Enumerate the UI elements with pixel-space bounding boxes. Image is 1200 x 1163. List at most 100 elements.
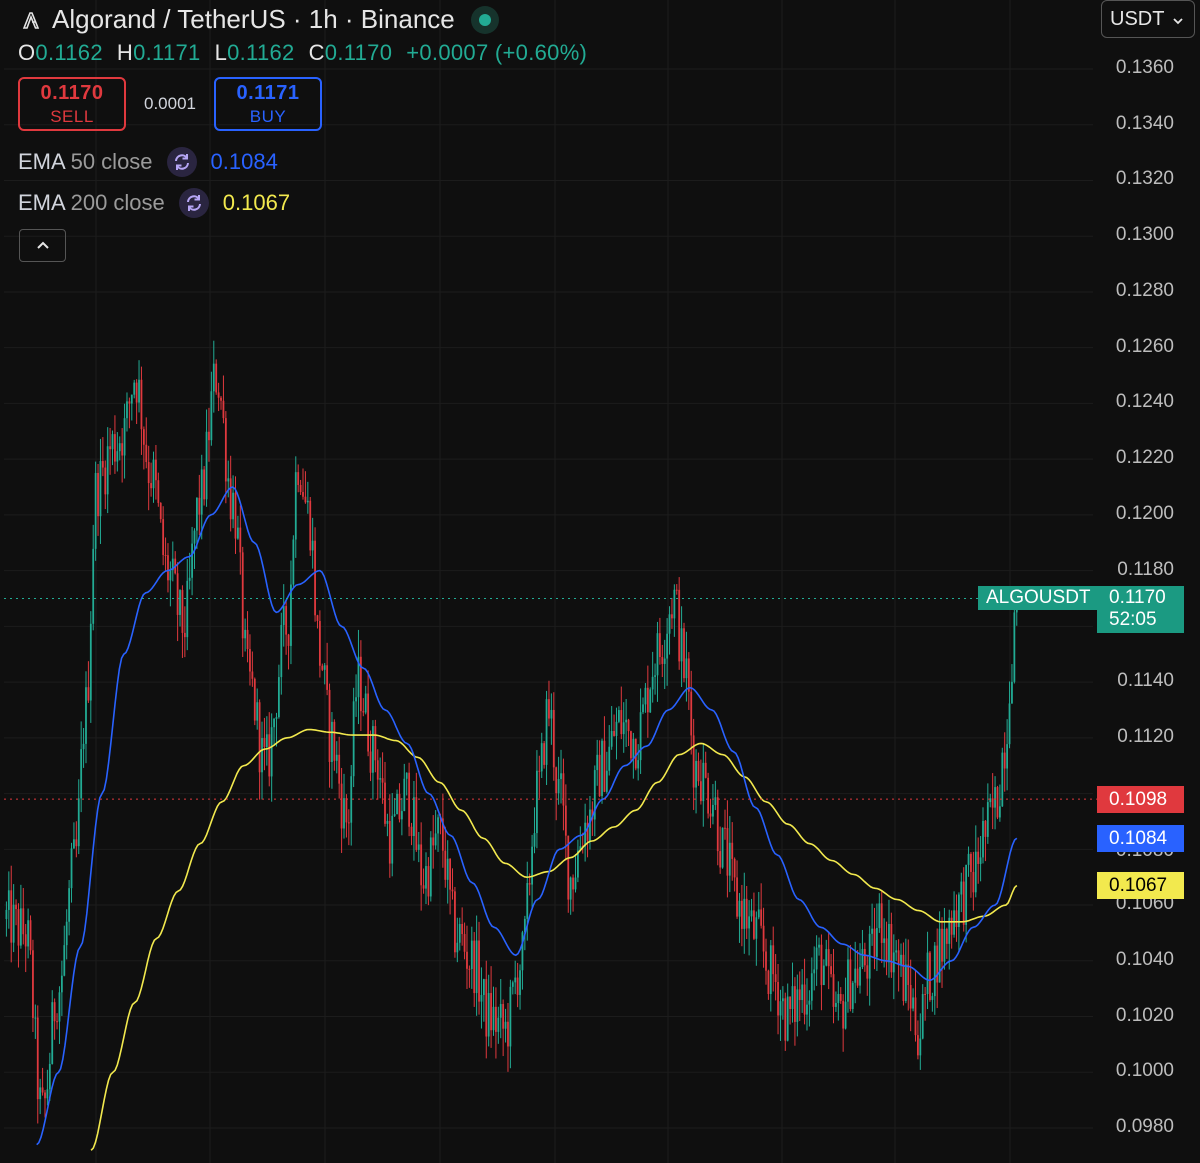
candle xyxy=(367,670,370,757)
indicator-value: 0.1067 xyxy=(222,190,291,215)
candle-body xyxy=(716,797,719,852)
candle-body xyxy=(639,712,642,761)
candle xyxy=(210,371,213,446)
candle xyxy=(914,970,917,1042)
candle xyxy=(410,822,413,846)
candle xyxy=(458,917,461,951)
candle xyxy=(789,996,792,1025)
candle-body xyxy=(709,813,712,817)
currency-select[interactable]: USDT xyxy=(1101,0,1195,38)
candle-body xyxy=(164,554,167,556)
candle xyxy=(292,535,295,587)
candle-body xyxy=(1001,752,1004,807)
candle-body xyxy=(984,820,987,837)
candle xyxy=(654,663,656,695)
ema-50-line xyxy=(36,486,1018,1146)
candle-body xyxy=(794,986,796,1022)
candle-body xyxy=(912,997,914,1009)
candle xyxy=(716,789,719,866)
candle xyxy=(779,989,782,1041)
candle-body xyxy=(475,940,478,994)
candle-body xyxy=(292,539,295,585)
candle-body xyxy=(697,760,700,782)
indicator-ema-200[interactable]: EMA 200 close 0.1067 xyxy=(18,188,290,218)
candle xyxy=(314,527,316,622)
candle xyxy=(917,1020,919,1060)
axis-tick-label: 0.1280 xyxy=(1115,279,1174,301)
candle xyxy=(972,851,975,911)
candle-body xyxy=(326,665,329,690)
axis-tick-label: 0.1200 xyxy=(1115,502,1174,524)
candle xyxy=(603,716,606,793)
sync-icon[interactable] xyxy=(166,147,197,177)
candle-body xyxy=(668,614,671,634)
symbol-title[interactable]: Algorand / TetherUS · 1h · Binance xyxy=(52,4,455,35)
candle-body xyxy=(432,837,435,846)
candle-body xyxy=(65,921,68,946)
candle xyxy=(340,767,343,853)
candle xyxy=(707,772,710,819)
candle-body xyxy=(198,497,201,515)
ema-200-tag: 0.1067 xyxy=(1097,872,1184,899)
sync-icon[interactable] xyxy=(178,188,209,218)
indicator-ema-50[interactable]: EMA 50 close 0.1084 xyxy=(18,147,278,177)
candle xyxy=(967,846,970,877)
candle xyxy=(456,917,459,963)
candle-body xyxy=(615,721,618,736)
candle xyxy=(437,814,439,852)
candle-body xyxy=(977,851,980,864)
candle-body xyxy=(1008,703,1011,745)
candle-body xyxy=(649,689,652,713)
candle-body xyxy=(275,717,278,719)
sell-button[interactable]: 0.1170 SELL xyxy=(18,77,126,131)
buy-button[interactable]: 0.1171 BUY xyxy=(214,77,322,131)
candle-body xyxy=(256,702,259,721)
candle xyxy=(941,917,943,988)
candle-body xyxy=(314,540,316,616)
candle xyxy=(620,686,623,740)
candle-body xyxy=(335,754,338,761)
candle-body xyxy=(642,704,644,713)
candle-body xyxy=(598,754,601,797)
candle-body xyxy=(760,909,763,926)
candle-body xyxy=(304,496,307,503)
candle xyxy=(897,939,900,992)
candle-body xyxy=(943,928,946,962)
candle-body xyxy=(415,797,418,850)
candle xyxy=(960,872,963,913)
candle-body xyxy=(507,1021,509,1047)
candle xyxy=(849,944,852,1012)
candle-body xyxy=(181,590,184,633)
candle-body xyxy=(12,904,15,943)
collapse-legend-button[interactable] xyxy=(19,229,66,262)
indicator-name: EMA xyxy=(18,149,65,174)
candle xyxy=(847,947,849,1013)
indicator-value: 0.1084 xyxy=(210,149,278,174)
candle-body xyxy=(121,443,124,456)
candle xyxy=(60,960,63,1016)
candle-body xyxy=(909,984,912,1009)
candle xyxy=(179,589,181,627)
candle xyxy=(637,744,640,781)
candle xyxy=(191,526,193,596)
candle-body xyxy=(114,434,116,462)
candle xyxy=(610,706,613,750)
candle xyxy=(326,642,329,696)
candle-body xyxy=(921,994,924,1039)
candle-body xyxy=(367,693,370,752)
candle-body xyxy=(832,974,835,1007)
candle xyxy=(712,784,714,825)
candle xyxy=(147,445,150,511)
candle xyxy=(205,409,208,507)
candle xyxy=(398,783,401,823)
candle xyxy=(668,606,671,655)
candle xyxy=(909,959,912,1032)
candle-body xyxy=(719,851,722,868)
candle-body xyxy=(10,890,13,943)
candle-body xyxy=(468,968,471,970)
candle-body xyxy=(890,923,893,973)
candle xyxy=(181,585,184,658)
candle-body xyxy=(856,968,859,986)
candle xyxy=(806,978,808,1031)
candle-body xyxy=(85,687,87,744)
